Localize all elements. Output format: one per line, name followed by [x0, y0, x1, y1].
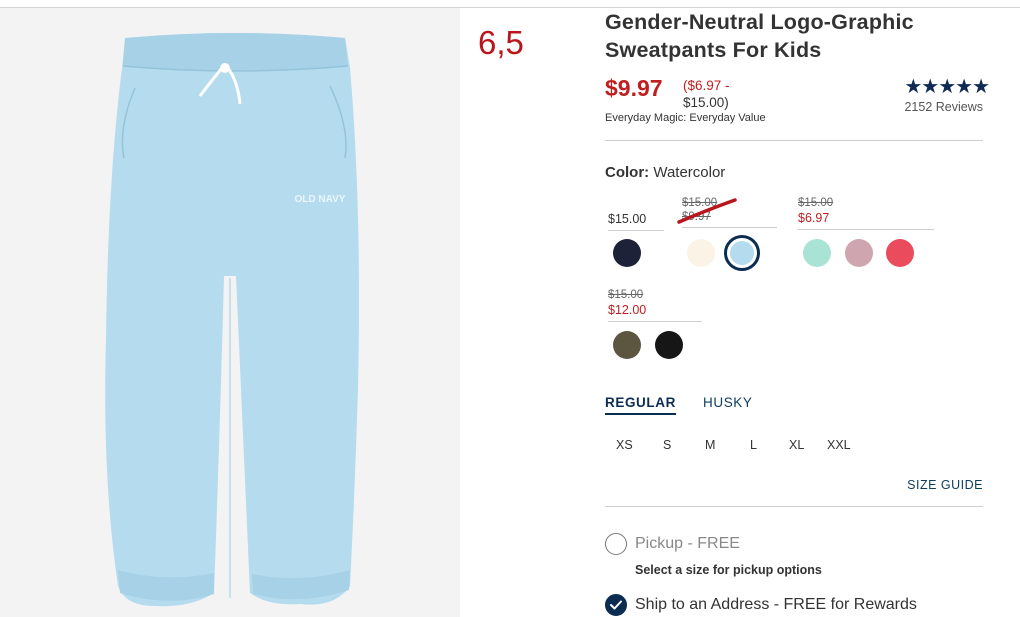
tab-husky[interactable]: HUSKY — [703, 395, 753, 410]
star-rating-icon[interactable]: ★★★★★ — [904, 74, 990, 99]
size-option-xl[interactable]: XL — [789, 438, 804, 452]
color-swatch-navy[interactable] — [613, 239, 641, 267]
price-group: $15.00 $12.00 — [608, 289, 702, 322]
color-swatch-watercolor[interactable] — [724, 235, 760, 271]
sale-price: $6.97 — [798, 211, 830, 225]
price-group: $15.00 — [608, 212, 664, 231]
original-price: $15.00 — [798, 197, 834, 209]
original-price: $15.00 — [608, 289, 644, 301]
price-range: ($6.97 - $15.00) — [683, 78, 763, 111]
color-label: Color: Watercolor — [605, 164, 725, 181]
strike-mark — [677, 198, 737, 224]
pickup-hint: Select a size for pickup options — [635, 563, 822, 577]
ship-radio[interactable] — [605, 594, 627, 616]
size-option-xxl[interactable]: XXL — [827, 438, 851, 452]
value-tagline: Everyday Magic: Everyday Value — [605, 112, 766, 124]
color-swatch-mint[interactable] — [803, 239, 831, 267]
color-swatch-heather-pink[interactable] — [845, 239, 873, 267]
ship-label[interactable]: Ship to an Address - FREE for Rewards — [635, 596, 917, 614]
price-group: $15.00 $6.97 — [798, 197, 934, 230]
price-range-regular: $15.00) — [683, 94, 729, 110]
checkmark-icon — [610, 600, 622, 610]
pickup-radio[interactable] — [605, 533, 627, 555]
size-guide-link[interactable]: SIZE GUIDE — [907, 478, 983, 492]
tab-regular[interactable]: REGULAR — [605, 395, 676, 415]
size-option-l[interactable]: L — [750, 438, 757, 452]
color-swatch-camo[interactable] — [613, 331, 641, 359]
annotation-note: 6,5 — [478, 24, 524, 61]
color-swatch-cream[interactable] — [687, 239, 715, 267]
pickup-label[interactable]: Pickup - FREE — [635, 535, 740, 553]
color-swatch-black[interactable] — [655, 331, 683, 359]
product-title: Gender-Neutral Logo-Graphic Sweatpants F… — [605, 10, 914, 62]
sale-price: $12.00 — [608, 303, 647, 317]
product-image[interactable]: OLD NAVY — [0, 8, 460, 617]
reviews-link[interactable]: 2152 Reviews — [904, 100, 983, 114]
size-option-s[interactable]: S — [663, 438, 671, 452]
selected-color-name: Watercolor — [653, 164, 726, 181]
size-option-m[interactable]: M — [705, 438, 715, 452]
color-swatch-coral[interactable] — [886, 239, 914, 267]
divider — [605, 506, 983, 507]
size-option-xs[interactable]: XS — [616, 438, 633, 452]
color-label-key: Color: — [605, 164, 650, 181]
divider — [605, 140, 983, 141]
price-range-sale: ($6.97 - — [683, 78, 730, 93]
logo-text: OLD NAVY — [295, 194, 346, 205]
current-price: $9.97 — [605, 75, 663, 101]
regular-price: $15.00 — [608, 212, 647, 226]
sweatpants-illustration: OLD NAVY — [105, 33, 359, 607]
